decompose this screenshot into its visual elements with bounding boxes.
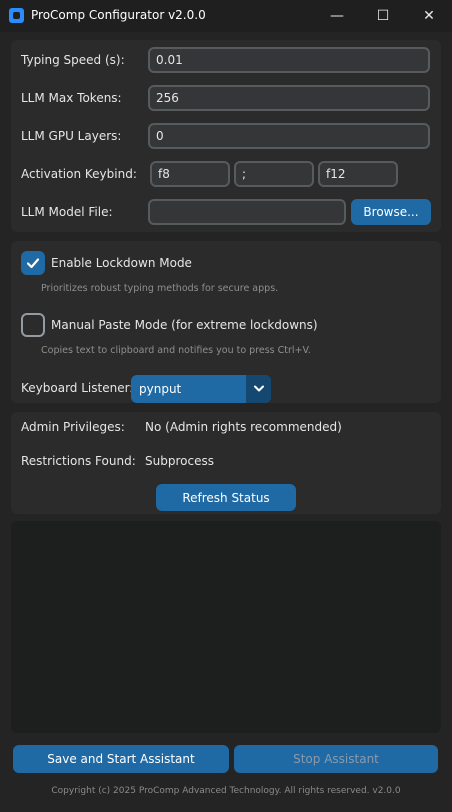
restrictions-value: Subprocess <box>145 454 214 468</box>
browse-button[interactable]: Browse... <box>351 199 431 225</box>
stop-assistant-button[interactable]: Stop Assistant <box>234 745 438 773</box>
keyboard-listener-label: Keyboard Listener: <box>21 381 134 395</box>
keybind-input-3[interactable]: f12 <box>318 161 398 187</box>
checkmark-icon <box>26 258 40 269</box>
options-panel: Enable Lockdown Mode Prioritizes robust … <box>11 241 441 403</box>
lockdown-checkbox[interactable] <box>21 251 45 275</box>
status-panel: Admin Privileges: No (Admin rights recom… <box>11 412 441 514</box>
typing-speed-input[interactable]: 0.01 <box>148 47 430 73</box>
keyboard-listener-value: pynput <box>139 382 182 396</box>
typing-speed-label: Typing Speed (s): <box>21 53 125 67</box>
title-bar: ProComp Configurator v2.0.0 — ☐ ✕ <box>0 0 452 32</box>
log-textbox[interactable] <box>11 521 441 733</box>
keyboard-listener-select[interactable]: pynput <box>131 375 271 403</box>
save-and-start-button[interactable]: Save and Start Assistant <box>13 745 229 773</box>
max-tokens-label: LLM Max Tokens: <box>21 91 122 105</box>
minimize-icon: — <box>330 8 344 24</box>
lockdown-hint: Prioritizes robust typing methods for se… <box>41 283 279 294</box>
settings-panel: Typing Speed (s): 0.01 LLM Max Tokens: 2… <box>11 40 441 232</box>
keybind-input-2[interactable]: ; <box>234 161 314 187</box>
refresh-status-button[interactable]: Refresh Status <box>156 484 296 511</box>
keybind-label: Activation Keybind: <box>21 167 137 181</box>
minimize-button[interactable]: — <box>314 0 360 32</box>
lockdown-label[interactable]: Enable Lockdown Mode <box>51 256 192 270</box>
manual-paste-label[interactable]: Manual Paste Mode (for extreme lockdowns… <box>51 318 318 332</box>
model-file-input[interactable] <box>148 199 346 225</box>
maximize-button[interactable]: ☐ <box>360 0 406 32</box>
close-icon: ✕ <box>423 8 435 24</box>
maximize-icon: ☐ <box>376 8 390 24</box>
max-tokens-input[interactable]: 256 <box>148 85 430 111</box>
app-logo-icon <box>9 8 24 23</box>
close-button[interactable]: ✕ <box>406 0 452 32</box>
chevron-down-icon[interactable] <box>246 375 271 403</box>
admin-privileges-label: Admin Privileges: <box>21 420 125 434</box>
window-title: ProComp Configurator v2.0.0 <box>31 8 206 22</box>
manual-paste-hint: Copies text to clipboard and notifies yo… <box>41 345 311 356</box>
restrictions-label: Restrictions Found: <box>21 454 136 468</box>
model-file-label: LLM Model File: <box>21 205 113 219</box>
footer-copyright: Copyright (c) 2025 ProComp Advanced Tech… <box>51 786 401 796</box>
keybind-input-1[interactable]: f8 <box>150 161 230 187</box>
admin-privileges-value: No (Admin rights recommended) <box>145 420 342 434</box>
gpu-layers-input[interactable]: 0 <box>148 123 430 149</box>
manual-paste-checkbox[interactable] <box>21 313 45 337</box>
gpu-layers-label: LLM GPU Layers: <box>21 129 122 143</box>
